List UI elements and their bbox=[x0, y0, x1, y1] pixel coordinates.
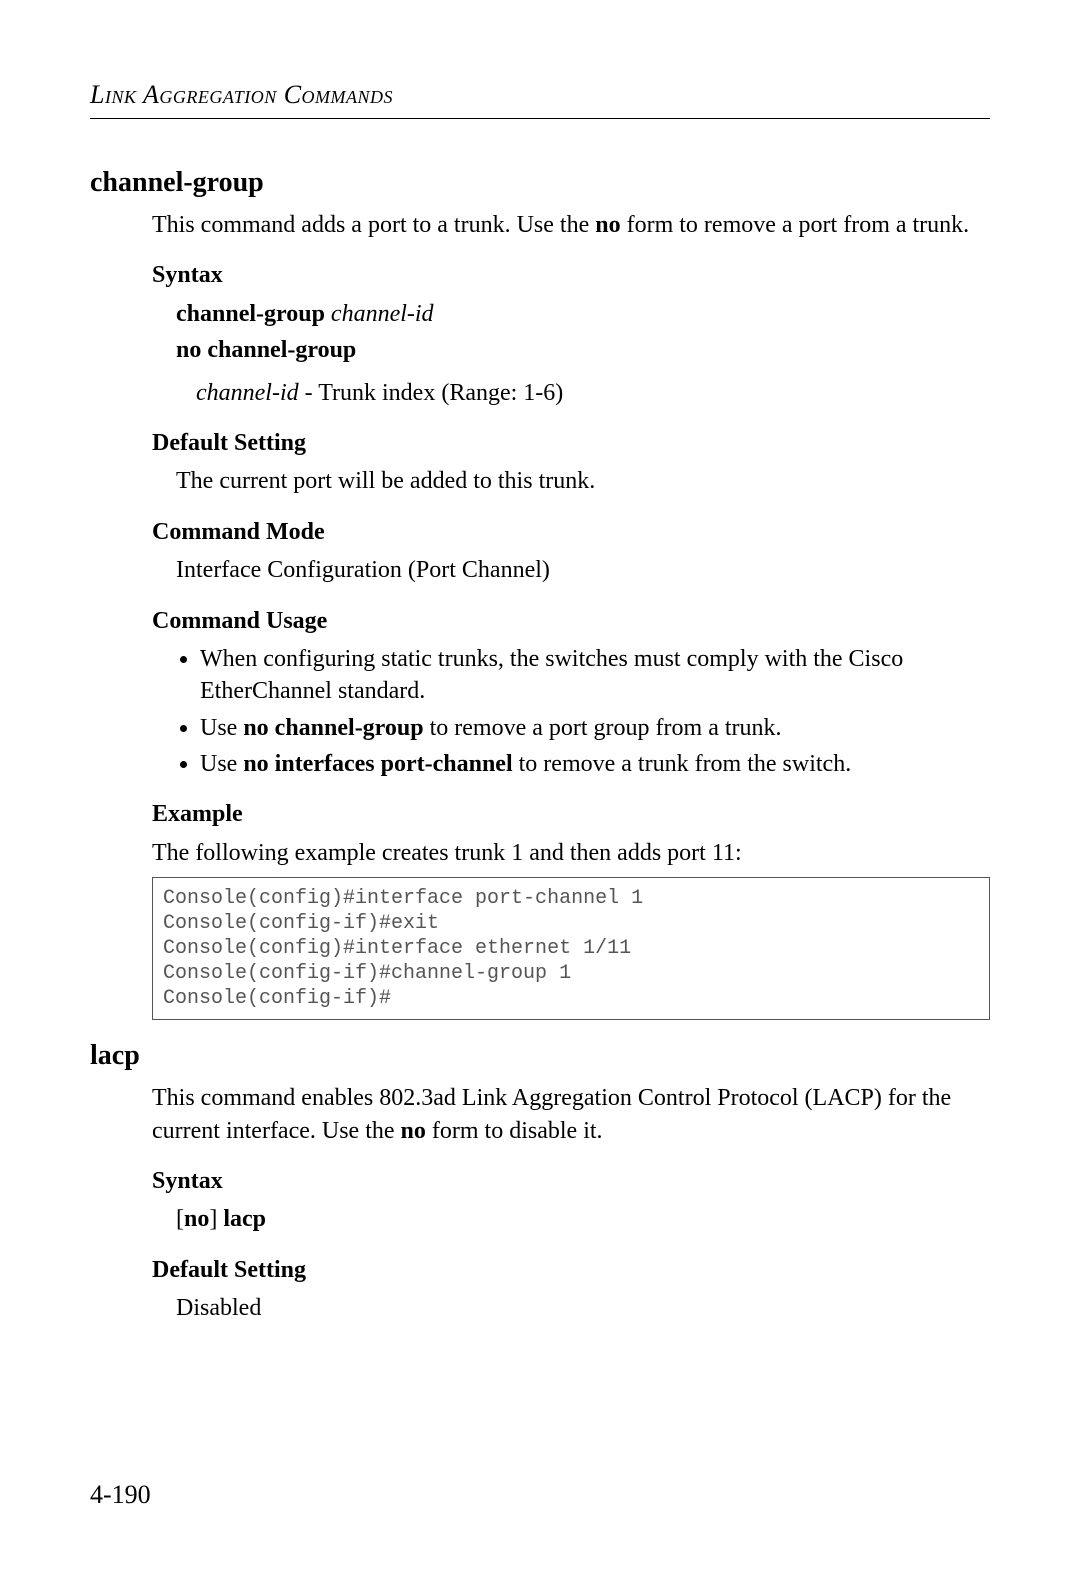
lacp-intro: This command enables 802.3ad Link Aggreg… bbox=[152, 1082, 990, 1147]
lacp-syntax-line: [no] lacp bbox=[176, 1203, 990, 1235]
lacp-syntax-mid: ] bbox=[209, 1206, 223, 1232]
usage-item-2-pre: Use bbox=[200, 715, 243, 741]
syntax-line-2: no channel-group bbox=[176, 334, 990, 366]
syntax-cmd: channel-group bbox=[176, 301, 325, 327]
lacp-intro-bold: no bbox=[401, 1118, 426, 1144]
page-container: Link Aggregation Commands channel-group … bbox=[0, 0, 1080, 1570]
syntax-heading: Syntax bbox=[152, 259, 990, 291]
channel-group-body: This command adds a port to a trunk. Use… bbox=[152, 209, 990, 1020]
syntax-arg-name: channel-id bbox=[196, 380, 299, 406]
page-number: 4-190 bbox=[90, 1480, 151, 1510]
usage-item-3-post: to remove a trunk from the switch. bbox=[513, 751, 852, 777]
section-title-channel-group: channel-group bbox=[90, 167, 990, 199]
intro-text-bold: no bbox=[595, 212, 620, 238]
syntax-arg-text: - Trunk index (Range: 1-6) bbox=[299, 380, 564, 406]
mode-text: Interface Configuration (Port Channel) bbox=[176, 554, 990, 586]
section-title-lacp: lacp bbox=[90, 1040, 990, 1072]
lacp-syntax-pre: [ bbox=[176, 1206, 184, 1232]
usage-item-3: Use no interfaces port-channel to remove… bbox=[200, 748, 990, 780]
syntax-arg-desc: channel-id - Trunk index (Range: 1-6) bbox=[196, 377, 990, 409]
intro-text-post: form to remove a port from a trunk. bbox=[621, 212, 970, 238]
lacp-default-heading: Default Setting bbox=[152, 1254, 990, 1286]
usage-item-2-bold: no channel-group bbox=[243, 715, 423, 741]
syntax-block: channel-group channel-id no channel-grou… bbox=[176, 298, 990, 409]
default-text: The current port will be added to this t… bbox=[176, 465, 990, 497]
lacp-syntax-no: no bbox=[184, 1206, 209, 1232]
lacp-syntax-lacp: lacp bbox=[223, 1206, 266, 1232]
usage-item-2: Use no channel-group to remove a port gr… bbox=[200, 712, 990, 744]
example-heading: Example bbox=[152, 798, 990, 830]
usage-item-3-pre: Use bbox=[200, 751, 243, 777]
header-rule bbox=[90, 118, 990, 119]
page-header: Link Aggregation Commands bbox=[90, 80, 990, 110]
syntax-line-1: channel-group channel-id bbox=[176, 298, 990, 330]
usage-item-2-post: to remove a port group from a trunk. bbox=[424, 715, 782, 741]
usage-item-3-bold: no interfaces port-channel bbox=[243, 751, 512, 777]
usage-item-1: When configuring static trunks, the swit… bbox=[200, 643, 990, 708]
lacp-syntax-heading: Syntax bbox=[152, 1165, 990, 1197]
example-text: The following example creates trunk 1 an… bbox=[152, 837, 990, 869]
usage-list: When configuring static trunks, the swit… bbox=[200, 643, 990, 781]
lacp-default-text: Disabled bbox=[176, 1292, 990, 1324]
syntax-arg: channel-id bbox=[331, 301, 434, 327]
usage-heading: Command Usage bbox=[152, 605, 990, 637]
channel-group-intro: This command adds a port to a trunk. Use… bbox=[152, 209, 990, 241]
default-heading: Default Setting bbox=[152, 427, 990, 459]
lacp-intro-post: form to disable it. bbox=[426, 1118, 603, 1144]
example-code: Console(config)#interface port-channel 1… bbox=[152, 877, 990, 1020]
mode-heading: Command Mode bbox=[152, 516, 990, 548]
intro-text-pre: This command adds a port to a trunk. Use… bbox=[152, 212, 595, 238]
lacp-syntax-block: [no] lacp bbox=[176, 1203, 990, 1235]
lacp-body: This command enables 802.3ad Link Aggreg… bbox=[152, 1082, 990, 1324]
